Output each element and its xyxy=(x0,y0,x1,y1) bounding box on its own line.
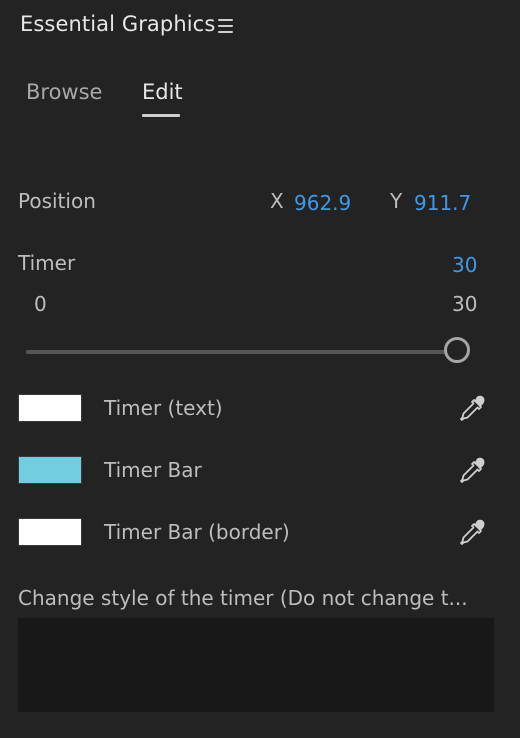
panel-title: Essential Graphics xyxy=(20,12,216,36)
position-y-value[interactable]: 911.7 xyxy=(414,191,471,215)
timer-slider-thumb[interactable] xyxy=(444,337,470,363)
eyedropper-icon[interactable] xyxy=(457,456,487,486)
timer-bar-border-color-label: Timer Bar (border) xyxy=(104,520,290,544)
position-x-label: X xyxy=(270,189,284,213)
eyedropper-icon[interactable] xyxy=(457,518,487,548)
position-x-value[interactable]: 962.9 xyxy=(294,191,351,215)
timer-value[interactable]: 30 xyxy=(452,253,477,277)
timer-slider-max: 30 xyxy=(452,292,478,316)
tab-edit[interactable]: Edit xyxy=(142,80,183,104)
panel-menu-icon[interactable] xyxy=(218,19,233,33)
timer-bar-color-label: Timer Bar xyxy=(104,458,202,482)
timer-slider-track[interactable] xyxy=(26,350,450,354)
style-field-label: Change style of the timer (Do not change… xyxy=(18,586,468,610)
eyedropper-icon[interactable] xyxy=(457,394,487,424)
timer-bar-color-swatch[interactable] xyxy=(18,456,82,484)
tab-browse[interactable]: Browse xyxy=(26,80,102,104)
style-text-input[interactable] xyxy=(18,618,494,712)
active-tab-indicator xyxy=(142,114,180,117)
timer-label: Timer xyxy=(18,251,76,275)
position-y-label: Y xyxy=(390,189,403,213)
timer-text-color-swatch[interactable] xyxy=(18,394,82,422)
timer-text-color-label: Timer (text) xyxy=(104,396,223,420)
timer-bar-border-color-swatch[interactable] xyxy=(18,518,82,546)
timer-slider-min: 0 xyxy=(34,292,47,316)
position-label: Position xyxy=(18,189,96,213)
